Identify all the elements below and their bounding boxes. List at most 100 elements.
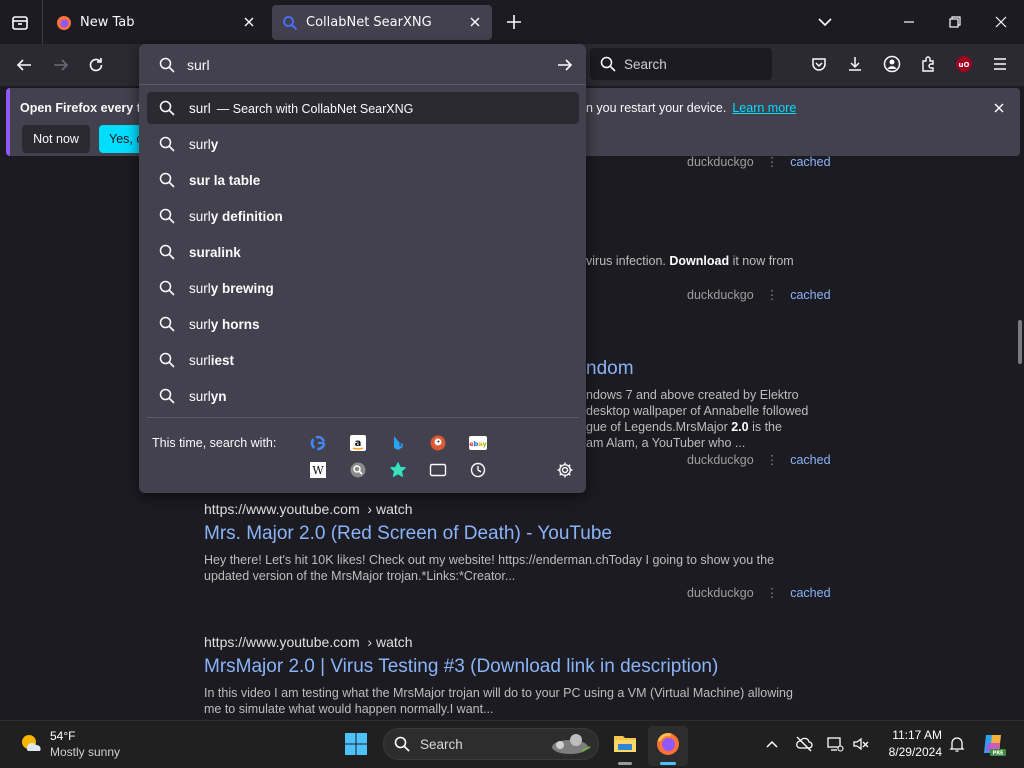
search-suggestion[interactable]: surly definition — [147, 200, 579, 232]
tabs-icon[interactable] — [428, 460, 448, 480]
search-icon — [159, 136, 175, 152]
bookmarks-icon[interactable] — [388, 460, 408, 480]
cached-link[interactable]: cached — [790, 288, 830, 302]
wikipedia-icon[interactable]: W — [308, 460, 328, 480]
cached-link[interactable]: cached — [790, 586, 830, 600]
suggestion-text: surl — Search with CollabNet SearXNG — [189, 101, 413, 116]
close-tab-icon[interactable] — [242, 15, 256, 29]
kebab-icon[interactable]: ⋮ — [766, 453, 779, 467]
pocket-icon[interactable] — [810, 55, 828, 73]
display-icon[interactable] — [826, 735, 844, 753]
suggestion-typed: surl — [189, 352, 211, 368]
back-icon[interactable] — [15, 56, 33, 74]
ebay-icon[interactable]: ebay — [468, 433, 488, 453]
result-snippet: ndows 7 and above created by Elektro des… — [586, 388, 809, 450]
learn-more-link[interactable]: Learn more — [732, 101, 796, 115]
cached-link[interactable]: cached — [790, 453, 830, 467]
dropdown-divider — [139, 84, 586, 85]
search-suggestion[interactable]: surliest — [147, 344, 579, 376]
copilot-icon[interactable]: PRE — [980, 731, 1006, 757]
search-suggestion[interactable]: suralink — [147, 236, 579, 268]
kebab-icon[interactable]: ⋮ — [766, 155, 779, 169]
kebab-icon[interactable]: ⋮ — [766, 586, 779, 600]
page-scrollbar-thumb[interactable] — [1018, 320, 1022, 364]
taskbar-clock-time[interactable]: 11:17 AM — [884, 728, 942, 742]
result-snippet: virus infection. Download it now from — [586, 254, 794, 268]
suggestion-typed: surl — [189, 136, 211, 152]
search-suggestion[interactable]: sur la table — [147, 164, 579, 196]
forward-icon[interactable] — [52, 56, 70, 74]
kebab-icon[interactable]: ⋮ — [766, 288, 779, 302]
tab-divider — [42, 0, 43, 44]
result-engine: duckduckgo — [687, 155, 754, 169]
tab-collabnet-searxng[interactable]: CollabNet SearXNG — [272, 5, 492, 40]
close-window-icon[interactable] — [993, 14, 1009, 30]
minimize-icon[interactable] — [901, 14, 917, 30]
search-suggestion[interactable]: surlyn — [147, 380, 579, 412]
google-icon[interactable] — [308, 433, 328, 453]
result-title[interactable]: Mrs. Major 2.0 (Red Screen of Death) - Y… — [204, 523, 612, 545]
go-arrow-icon[interactable] — [556, 56, 574, 74]
suggestion-text: surly brewing — [189, 281, 274, 296]
search-suggestion[interactable]: surly brewing — [147, 272, 579, 304]
cached-link[interactable]: cached — [790, 155, 830, 169]
downloads-icon[interactable] — [846, 55, 864, 73]
chevron-down-icon[interactable] — [817, 14, 833, 30]
not-now-button[interactable]: Not now — [22, 125, 90, 153]
list-all-tabs-icon[interactable] — [10, 12, 30, 32]
address-input[interactable]: surl — [187, 57, 210, 73]
chevron-up-icon[interactable] — [765, 737, 779, 751]
notification-message-tail: n you restart your device. Learn more — [586, 101, 797, 115]
tab-label: CollabNet SearXNG — [306, 15, 432, 30]
history-icon[interactable] — [468, 460, 488, 480]
ublock-origin-icon[interactable]: uO — [955, 55, 973, 73]
svg-text:a: a — [355, 438, 362, 449]
result-url: https://www.youtube.com › watch — [204, 634, 413, 650]
svg-text:ebay: ebay — [469, 440, 487, 448]
close-tab-icon[interactable] — [468, 15, 482, 29]
file-explorer-icon[interactable] — [612, 730, 638, 756]
app-active-indicator — [660, 762, 676, 765]
search-suggestion[interactable]: surly — [147, 128, 579, 160]
bing-icon[interactable] — [388, 433, 408, 453]
suggestion-action: — Search with CollabNet SearXNG — [216, 101, 414, 116]
firefox-icon[interactable] — [655, 731, 681, 757]
search-suggestion[interactable]: surl — Search with CollabNet SearXNG — [147, 92, 579, 124]
searxng-icon[interactable] — [348, 460, 368, 480]
one-off-search-label: This time, search with: — [152, 436, 277, 450]
result-engine: duckduckgo — [687, 288, 754, 302]
close-notification-icon[interactable] — [992, 101, 1006, 115]
windows-start-icon[interactable] — [344, 732, 368, 756]
tab-new-tab[interactable]: New Tab — [46, 5, 266, 40]
result-meta: duckduckgo ⋮ cached — [687, 452, 831, 467]
search-icon — [600, 56, 616, 72]
notification-bell-icon[interactable] — [948, 735, 966, 753]
weather-sun-icon[interactable] — [18, 731, 44, 757]
weather-description[interactable]: Mostly sunny — [50, 745, 120, 759]
search-icon — [159, 100, 175, 116]
volume-muted-icon[interactable] — [852, 735, 870, 753]
reload-icon[interactable] — [87, 56, 105, 74]
suggestion-typed: surl — [189, 208, 211, 224]
duckduckgo-icon[interactable] — [428, 433, 448, 453]
amazon-icon[interactable]: a — [348, 433, 368, 453]
svg-text:W: W — [312, 464, 324, 477]
suggestion-completion: iest — [210, 352, 235, 368]
result-meta: duckduckgo ⋮ cached — [687, 287, 831, 302]
network-disconnected-icon[interactable] — [795, 735, 813, 753]
gear-icon[interactable] — [555, 460, 575, 480]
taskbar-clock-date[interactable]: 8/29/2024 — [884, 745, 942, 759]
menu-icon[interactable] — [991, 55, 1009, 73]
weather-temperature[interactable]: 54°F — [50, 729, 75, 743]
taskbar-search[interactable]: Search — [383, 728, 599, 760]
new-tab-icon[interactable] — [505, 13, 523, 31]
search-suggestion[interactable]: surly horns — [147, 308, 579, 340]
account-icon[interactable] — [883, 55, 901, 73]
extensions-icon[interactable] — [919, 55, 937, 73]
address-bar[interactable]: surl — [147, 49, 579, 80]
search-bar[interactable]: Search — [590, 48, 772, 80]
result-title[interactable]: MrsMajor 2.0 | Virus Testing #3 (Downloa… — [204, 656, 718, 678]
result-title[interactable]: ndom — [586, 358, 634, 380]
restore-icon[interactable] — [947, 14, 963, 30]
suggestion-text: sur la table — [189, 173, 260, 188]
